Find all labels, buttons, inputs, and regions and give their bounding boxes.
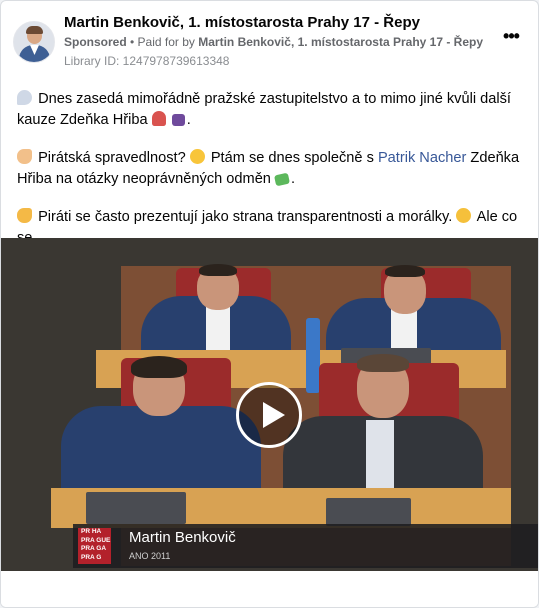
person-hair [385, 265, 425, 277]
meta-separator: • [126, 35, 138, 49]
water-bottle [306, 318, 320, 393]
skull-icon [171, 114, 185, 126]
person-hair [199, 264, 237, 276]
sponsored-label: Sponsored [64, 35, 127, 49]
prague-logo: PR HA PRA GUE PRA GA PRA G [78, 528, 111, 564]
paragraph-3-text: Piráti se často prezentují jako strana t… [38, 209, 453, 225]
paid-for-name[interactable]: Martin Benkovič, 1. místostarosta Prahy … [198, 35, 483, 49]
logo-line: PR HA [81, 528, 102, 535]
sponsored-line: Sponsored • Paid for by Martin Benkovič,… [64, 35, 483, 49]
logo-line: PRA GA [81, 545, 107, 553]
page-name[interactable]: Martin Benkovič, 1. místostarosta Prahy … [64, 14, 420, 31]
paragraph-2: Pirátská spravedlnost? Ptám se dnes spol… [17, 149, 520, 187]
laptop [326, 498, 411, 526]
paid-for-label: Paid for by [137, 35, 199, 49]
paragraph-2-text: Ptám se dnes společně s [210, 150, 374, 166]
more-options-icon[interactable]: ••• [498, 27, 524, 49]
person-hair [131, 356, 187, 378]
play-button[interactable] [236, 382, 302, 448]
lower-third: PR HA PRA GUE PRA GA PRA G Martin Benkov… [73, 524, 538, 568]
mushroom-icon [151, 111, 166, 126]
patrik-nacher-link[interactable]: Patrik Nacher [378, 150, 466, 166]
post-header: Martin Benkovič, 1. místostarosta Prahy … [13, 13, 526, 73]
speech-bubble-icon [17, 90, 32, 105]
ad-post-card: Martin Benkovič, 1. místostarosta Prahy … [0, 0, 539, 608]
thinking-face-icon [189, 149, 205, 164]
pointing-hand-icon [17, 149, 32, 164]
money-icon [274, 172, 290, 187]
video-player[interactable]: PR HA PRA GUE PRA GA PRA G Martin Benkov… [1, 238, 538, 571]
avatar[interactable] [13, 21, 55, 63]
play-icon [263, 402, 285, 428]
logo-line: PRA GUE [81, 536, 111, 544]
person-hair [357, 354, 409, 372]
avatar-hair [26, 26, 43, 34]
paragraph-2-question: Pirátská spravedlnost? [38, 150, 186, 166]
logo-line: PRA G [81, 553, 102, 561]
lower-third-party: ANO 2011 [129, 551, 171, 561]
shirt [366, 420, 394, 490]
library-id: Library ID: 1247978739613348 [64, 54, 230, 68]
card-footer [1, 571, 538, 607]
pointing-hand-icon [17, 208, 32, 223]
lower-third-name: Martin Benkovič [129, 529, 236, 546]
paragraph-1: Dnes zasedá mimořádně pražské zastupitel… [17, 90, 511, 128]
paragraph-1-text: Dnes zasedá mimořádně pražské zastupitel… [17, 91, 511, 128]
laptop [86, 492, 186, 524]
grinning-face-icon [456, 208, 472, 223]
